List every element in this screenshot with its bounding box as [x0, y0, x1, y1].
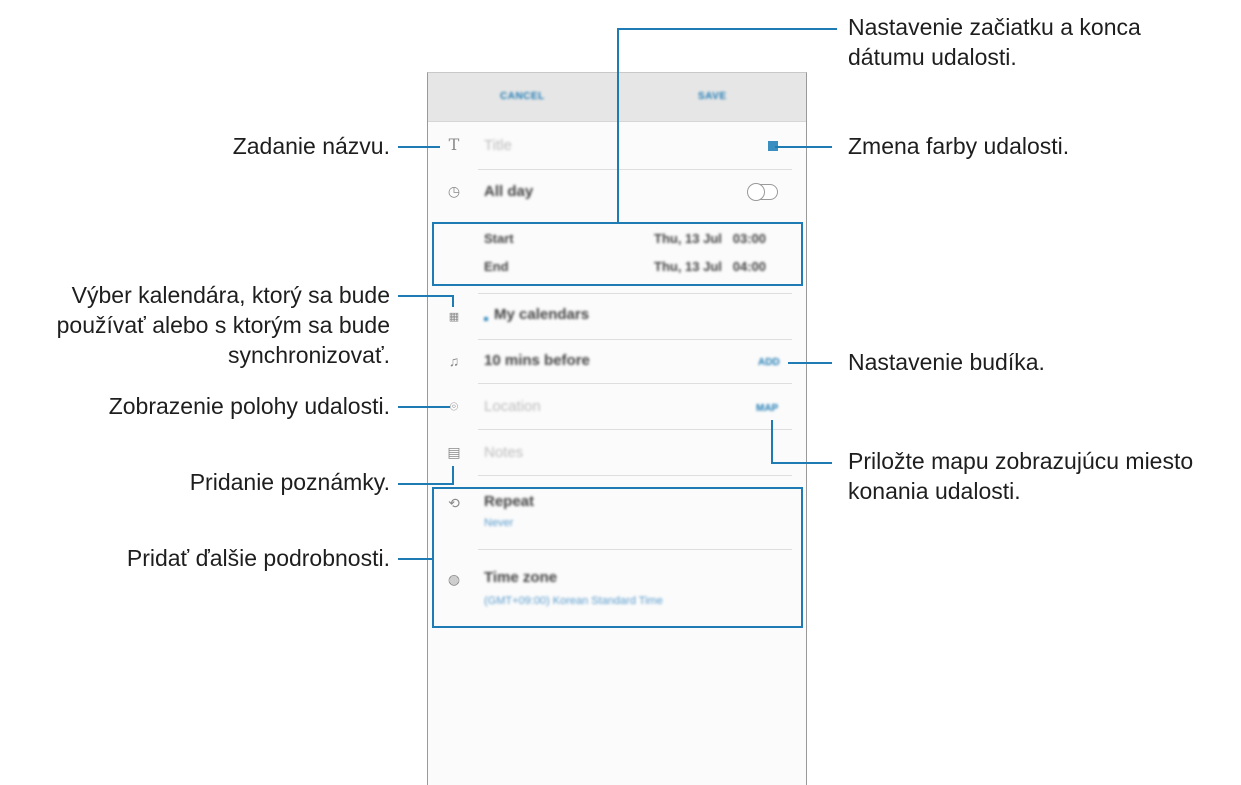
leader-line [617, 28, 837, 30]
location-input[interactable]: Location [484, 398, 541, 415]
all-day-label: All day [484, 183, 534, 200]
leader-line [398, 146, 440, 148]
leader-line [771, 420, 773, 464]
divider [478, 169, 792, 170]
notes-icon: ▤ [447, 444, 461, 460]
callout-alarm: Nastavenie budíka. [848, 349, 1045, 375]
callout-notes: Pridanie poznámky. [189, 469, 390, 495]
all-day-toggle[interactable] [747, 183, 778, 201]
divider [478, 383, 792, 384]
callout-title: Zadanie názvu. [232, 133, 390, 159]
leader-line [398, 406, 450, 408]
location-row[interactable]: ⌾ Location MAP [428, 395, 806, 431]
calendar-icon: ▦ [448, 311, 460, 323]
leader-line [771, 462, 832, 464]
cancel-button[interactable]: CANCEL [500, 91, 545, 102]
callout-color: Zmena farby udalosti. [848, 133, 1070, 159]
leader-line [617, 28, 619, 223]
leader-line [398, 558, 434, 560]
notes-input[interactable]: Notes [484, 444, 523, 461]
bell-icon: ♫ [448, 353, 460, 369]
clock-icon: ◷ [447, 183, 461, 199]
calendar-label[interactable]: My calendars [494, 306, 589, 323]
alarm-label[interactable]: 10 mins before [484, 352, 590, 369]
callout-details: Pridať ďalšie podrobnosti. [126, 545, 390, 571]
calendar-color-dot [484, 317, 488, 321]
leader-line [788, 362, 832, 364]
callout-date-range: Nastavenie začiatku a konca dátumu udalo… [848, 14, 1141, 70]
divider [478, 339, 792, 340]
map-button[interactable]: MAP [756, 403, 778, 414]
callout-calendar: Výber kalendára, ktorý sa bude používať … [56, 282, 390, 368]
date-range-highlight [432, 222, 803, 286]
save-button[interactable]: SAVE [698, 91, 727, 102]
notes-row[interactable]: ▤ Notes [428, 441, 806, 477]
leader-line [452, 295, 454, 307]
divider [478, 475, 792, 476]
divider [478, 429, 792, 430]
leader-line [398, 295, 454, 297]
divider [478, 293, 792, 294]
text-icon: T [448, 135, 460, 154]
callout-map: Priložte mapu zobrazujúcu miesto konania… [848, 448, 1194, 504]
add-alarm-button[interactable]: ADD [758, 357, 780, 368]
alarm-row[interactable]: ♫ 10 mins before ADD [428, 349, 806, 385]
callout-location: Zobrazenie polohy udalosti. [108, 393, 390, 419]
leader-line [775, 146, 832, 148]
leader-line [452, 466, 454, 485]
leader-line [398, 483, 454, 485]
details-highlight [432, 487, 803, 628]
calendar-row[interactable]: ▦ My calendars [428, 303, 806, 339]
title-input[interactable]: Title [484, 137, 512, 154]
